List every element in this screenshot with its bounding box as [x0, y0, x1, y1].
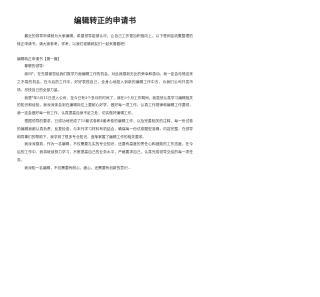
body-paragraph-4: 我深深感到，作为一名编辑，不仅需要扎实的专业知识，还要有高度的责任心和细致的工作… [17, 142, 193, 162]
intro-paragraph: 最近的领导申请就为大家编辑，希望领导能够认可，让自己工作更加积极向上，以下是网友… [17, 34, 193, 46]
body-paragraph-2: 我是*年5月11日进入公司，至今已有3个多月的时间了，我在5个月工作期间，我虽然… [17, 95, 193, 116]
body-paragraph-5: 我深知一名编辑，不仅需要有耐心，细心，还需要有创新的意识... [24, 165, 132, 170]
document-title: 编辑转正的申请书 [73, 16, 137, 25]
section-heading: 编辑转正申请书【第一篇】 [17, 56, 62, 61]
document-page: 编辑转正的申请书 最近的领导申请就为大家编辑，希望领导能够认可，让自己工作更加积… [0, 0, 210, 297]
body-paragraph-1: 我叫*，在先感谢您给我们数学方面编辑工作的机会，对此我感到无比的荣幸和激动。我一… [17, 72, 193, 92]
salutation: 尊敬的领导： [24, 64, 47, 69]
body-paragraph-3: 根据领导的要求，已成功地完成了15套试卷和4套考卷的编辑工作，以及完善相关的注释… [17, 118, 193, 139]
